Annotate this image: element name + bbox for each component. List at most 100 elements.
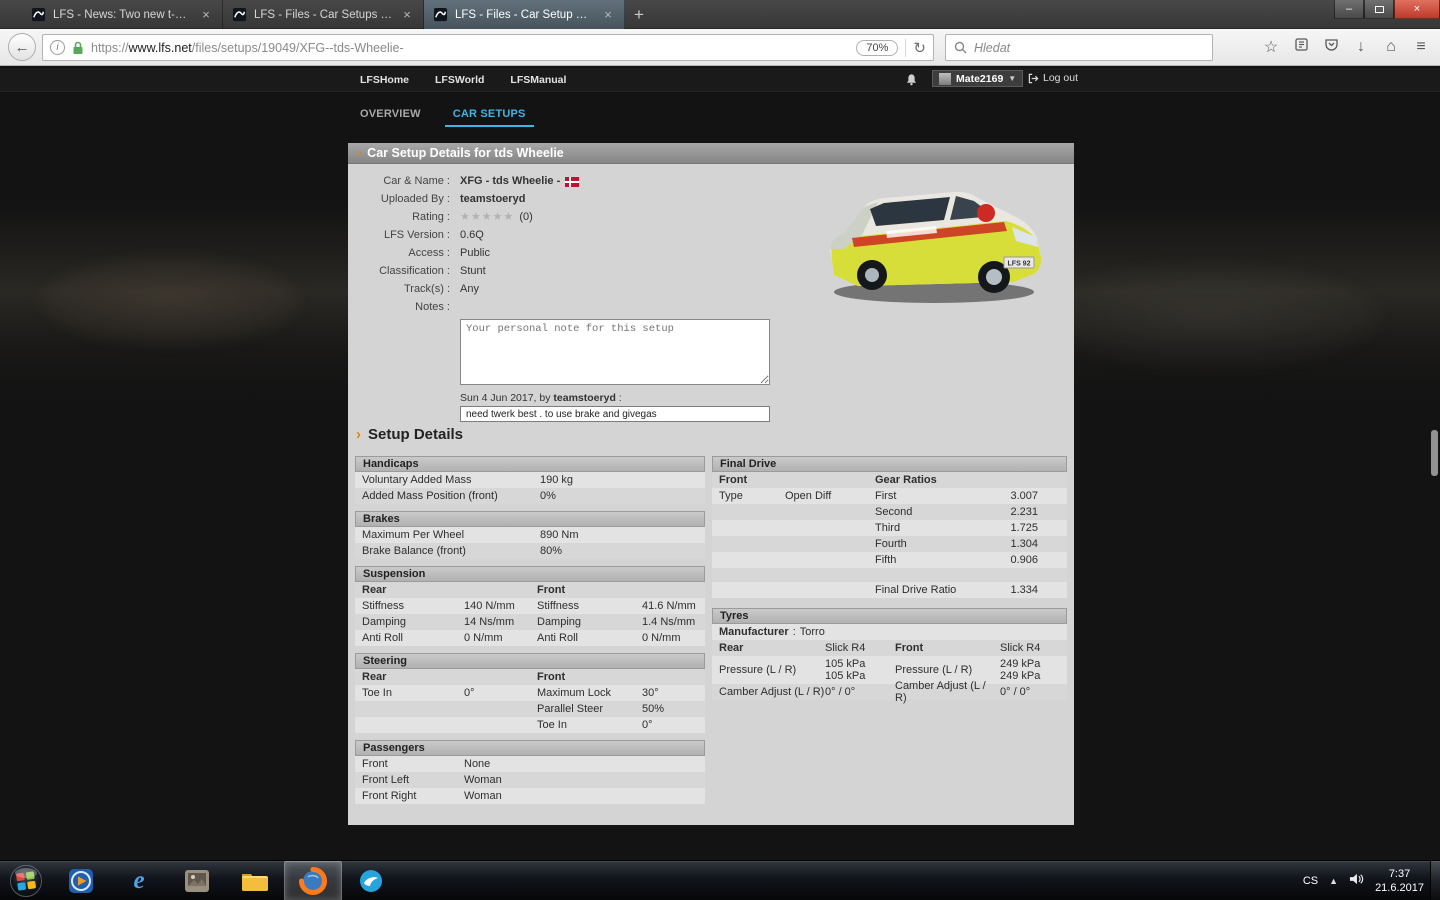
user-menu[interactable]: Mate2169 ▼ [932, 70, 1024, 87]
url-path: /files/setups/19049/XFG--tds-Wheelie- [191, 40, 404, 55]
setup-right-column: Final Drive Front Gear Ratios Type Open Di… [712, 456, 1067, 707]
comment-text-box[interactable]: need twerk best . to use brake and giveg… [460, 406, 770, 422]
notes-textarea[interactable] [460, 319, 770, 385]
taskbar-clock[interactable]: 7:37 21.6.2017 [1375, 867, 1428, 895]
nav-link-lfshome[interactable]: LFSHome [360, 74, 409, 86]
table-subheader-row: Rear Front [355, 669, 705, 685]
browser-tab-setups-listing[interactable]: LFS - Files - Car Setups Listing × [223, 0, 424, 29]
tyres-section: Tyres Manufacturer : Torro Rear Slick R4 F… [712, 608, 1067, 704]
table-subheader-row: Rear Front [355, 582, 705, 598]
volume-icon[interactable] [1349, 872, 1364, 891]
rating-stars[interactable]: ★★★★★ [460, 211, 514, 224]
tray-expand-icon[interactable]: ▲ [1329, 876, 1338, 886]
nav-link-lfsmanual[interactable]: LFSManual [510, 74, 566, 86]
start-button[interactable] [0, 861, 52, 900]
meta-label: Rating : [412, 211, 450, 223]
browser-tab-news[interactable]: LFS - News: Two new t-shirts × [22, 0, 223, 29]
uploader-link[interactable]: teamstoeryd [460, 193, 525, 206]
logout-button[interactable]: Log out [1028, 72, 1078, 84]
taskbar-firefox-icon[interactable] [284, 860, 342, 900]
username-label: Mate2169 [956, 72, 1004, 85]
table-row: Front Left Woman [355, 772, 705, 788]
background-car-left [40, 256, 300, 346]
country-flag-icon [565, 176, 580, 187]
meta-row-uploaded-by: Uploaded By : teamstoeryd [348, 193, 798, 206]
handicaps-header: Handicaps [355, 456, 705, 472]
table-row: Toe In 0° Maximum Lock 30° [355, 685, 705, 701]
search-bar[interactable] [945, 34, 1213, 61]
taskbar-app-icon[interactable] [168, 861, 226, 900]
page-scrollbar-thumb[interactable] [1431, 430, 1438, 476]
bookmark-star-icon[interactable]: ☆ [1256, 37, 1286, 57]
notifications-bell-icon[interactable] [905, 73, 918, 91]
language-indicator[interactable]: CS [1303, 875, 1318, 887]
meta-label: Uploaded By : [380, 193, 450, 205]
rating-count: (0) [519, 211, 533, 223]
bookmarks-menu-icon[interactable] [1286, 37, 1316, 57]
windows-taskbar: e CS ▲ 7:37 21.6.2017 [0, 860, 1440, 900]
table-row-pressure: Pressure (L / R) 105 kPa 105 kPa Pressure… [712, 656, 1067, 684]
url-text: https://www.lfs.net/files/setups/19049/X… [91, 41, 849, 55]
table-row: Type Open Diff First 3.007 [712, 488, 1067, 504]
table-spacer-row [712, 568, 1067, 582]
lfs-favicon [433, 7, 448, 22]
comment-author[interactable]: teamstoeryd [553, 392, 615, 404]
taskbar-blue-app-icon[interactable] [342, 861, 400, 900]
page-title: Car Setup Details for tds Wheelie [367, 146, 564, 160]
tracks-value: Any [460, 283, 479, 295]
window-close-button[interactable]: × [1394, 0, 1440, 19]
meta-label: LFS Version : [383, 229, 450, 241]
table-row: Anti Roll 0 N/mm Anti Roll 0 N/mm [355, 630, 705, 646]
table-row: Parallel Steer 50% [355, 701, 705, 717]
download-icon[interactable]: ↓ [1346, 38, 1376, 56]
zoom-level-badge[interactable]: 70% [856, 39, 899, 56]
comment-date-line: Sun 4 Jun 2017, by teamstoeryd : [460, 392, 798, 404]
table-row-manufacturer: Manufacturer : Torro [712, 624, 1067, 640]
menu-icon[interactable]: ≡ [1406, 38, 1436, 56]
logout-icon [1028, 73, 1039, 83]
page-info-icon[interactable]: i [50, 40, 65, 55]
handicaps-section: Handicaps Voluntary Added Mass 190 kg Add… [355, 456, 705, 504]
browser-tab-setup-detail[interactable]: LFS - Files - Car Setup Detail × [424, 0, 625, 29]
window-minimize-button[interactable]: – [1334, 0, 1364, 19]
user-avatar [939, 72, 951, 85]
tyres-header: Tyres [712, 608, 1067, 624]
steering-header: Steering [355, 653, 705, 669]
taskbar-explorer-icon[interactable] [226, 861, 284, 900]
tab-overview[interactable]: OVERVIEW [352, 102, 429, 127]
nav-link-lfsworld[interactable]: LFSWorld [435, 74, 484, 86]
lock-icon [73, 41, 83, 54]
chevron-down-icon: ▼ [1008, 74, 1017, 83]
tab-close-icon[interactable]: × [199, 7, 213, 22]
tab-car-setups[interactable]: CAR SETUPS [444, 102, 534, 127]
new-tab-button[interactable]: + [625, 0, 653, 29]
steering-section: Steering Rear Front Toe In 0° Maximum Lock 3… [355, 653, 705, 733]
home-icon[interactable]: ⌂ [1376, 38, 1406, 56]
url-bar[interactable]: i https://www.lfs.net/files/setups/19049… [42, 34, 934, 61]
back-button[interactable]: ← [8, 33, 36, 61]
tab-title: LFS - News: Two new t-shirts [53, 8, 192, 21]
reload-button[interactable]: ↻ [913, 39, 926, 57]
tab-close-icon[interactable]: × [400, 7, 414, 22]
taskbar-ie-icon[interactable]: e [110, 861, 168, 900]
pocket-icon[interactable] [1316, 37, 1346, 57]
clock-time: 7:37 [1388, 868, 1411, 880]
page-viewport: LFSHome LFSWorld LFSManual Mate2169 ▼ Lo… [0, 66, 1440, 860]
meta-label: Access : [408, 247, 450, 259]
table-row: Stiffness 140 N/mm Stiffness 41.6 N/mm [355, 598, 705, 614]
tab-close-icon[interactable]: × [601, 7, 615, 22]
system-tray: CS ▲ 7:37 21.6.2017 [1303, 861, 1428, 900]
show-desktop-button[interactable] [1430, 861, 1440, 900]
taskbar-mediaplayer-icon[interactable] [52, 861, 110, 900]
search-input[interactable] [974, 40, 1204, 55]
table-row: Maximum Per Wheel 890 Nm [355, 527, 705, 543]
classification-value: Stunt [460, 265, 486, 277]
tab-title: LFS - Files - Car Setups Listing [254, 8, 393, 21]
setup-details-header: › Car Setup Details for tds Wheelie [348, 143, 1074, 164]
header-arrow-icon: › [357, 146, 362, 160]
table-row: Third 1.725 [712, 520, 1067, 536]
brakes-section: Brakes Maximum Per Wheel 890 Nm Brake Bal… [355, 511, 705, 559]
window-maximize-button[interactable] [1364, 0, 1394, 19]
setup-meta: Car & Name : XFG - tds Wheelie - Uploade… [348, 175, 798, 422]
lfs-favicon [31, 7, 46, 22]
